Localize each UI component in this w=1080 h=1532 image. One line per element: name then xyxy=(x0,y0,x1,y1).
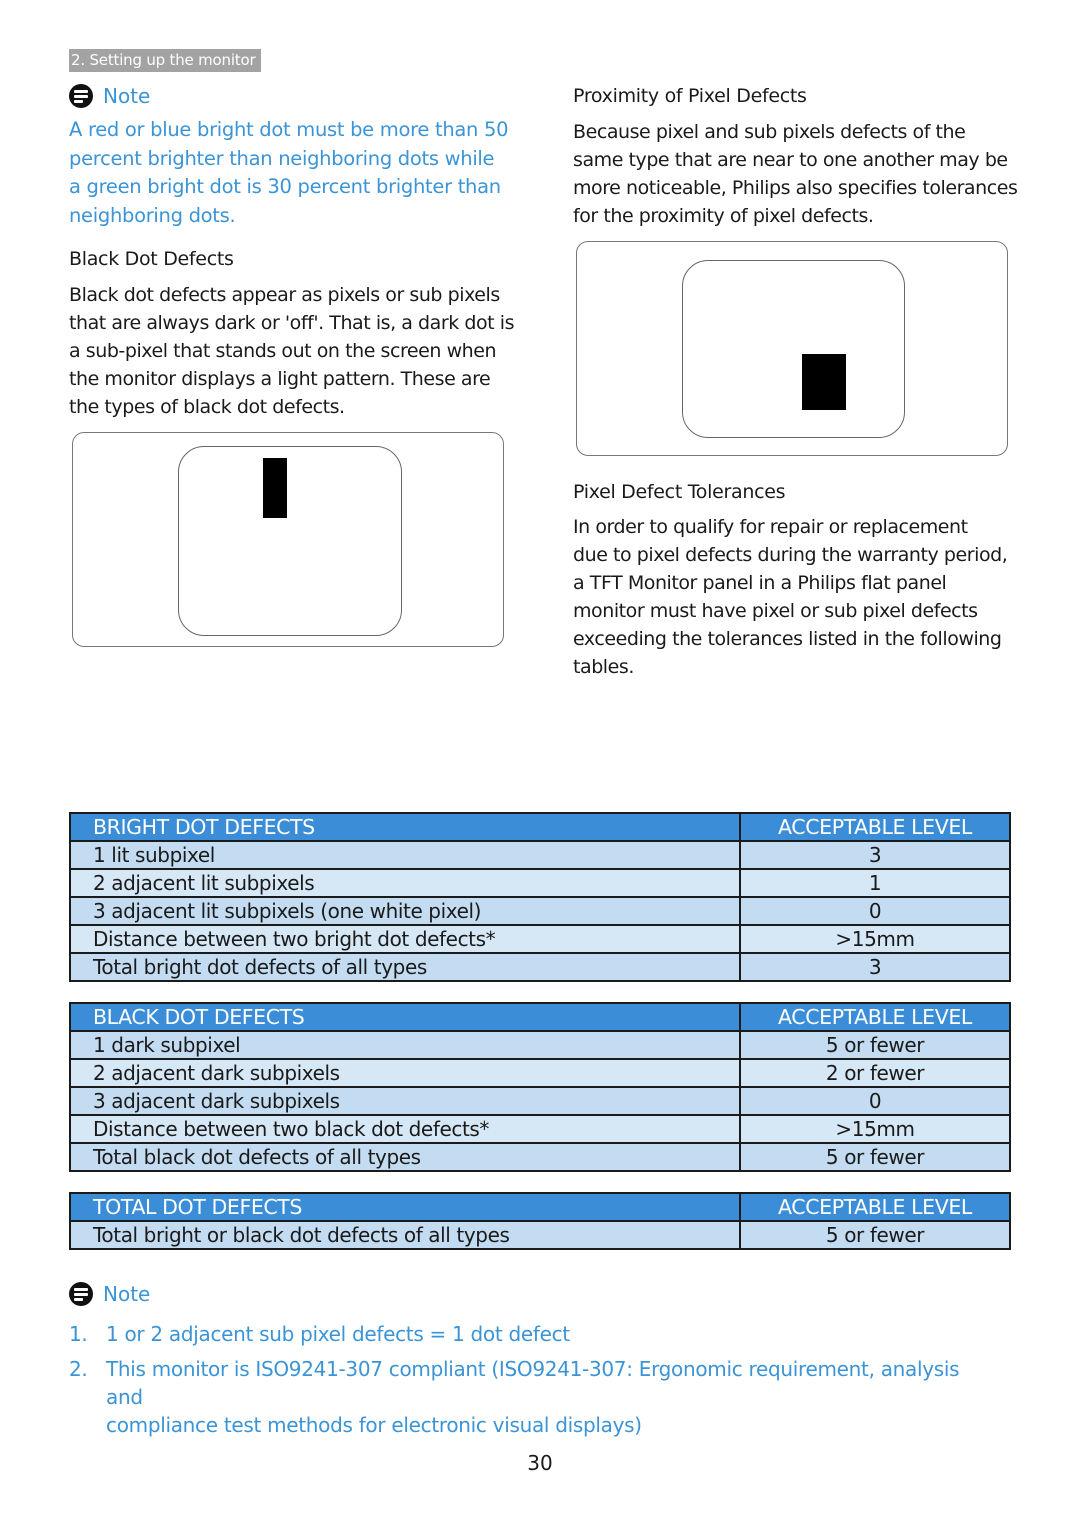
footnote-line: 1 or 2 adjacent sub pixel defects = 1 do… xyxy=(106,1322,570,1346)
black-dot-paragraph: Black dot defects appear as pixels or su… xyxy=(69,281,529,421)
acceptable-level-cell: 2 or fewer xyxy=(739,1058,1011,1088)
black-dot-heading: Black Dot Defects xyxy=(69,248,234,270)
table-header-cell: BLACK DOT DEFECTS xyxy=(69,1002,741,1032)
footnote-number: 2. xyxy=(69,1357,88,1381)
paragraph-line: tables. xyxy=(573,656,634,678)
defect-type-cell: 3 adjacent lit subpixels (one white pixe… xyxy=(69,896,741,926)
table-row: Total bright or black dot defects of all… xyxy=(69,1220,1011,1250)
table-row: Distance between two bright dot defects*… xyxy=(69,924,1011,954)
defect-type-cell: Distance between two black dot defects* xyxy=(69,1114,741,1144)
total-dot-table: TOTAL DOT DEFECTS ACCEPTABLE LEVEL Total… xyxy=(69,1192,1011,1250)
section-tag: 2. Setting up the monitor xyxy=(69,49,262,72)
table-header-row: TOTAL DOT DEFECTS ACCEPTABLE LEVEL xyxy=(69,1192,1011,1222)
footnote-item: 2. This monitor is ISO9241-307 compliant… xyxy=(69,1355,989,1439)
tolerances-heading: Pixel Defect Tolerances xyxy=(573,481,786,503)
defect-type-cell: Total black dot defects of all types xyxy=(69,1142,741,1172)
acceptable-level-cell: 5 or fewer xyxy=(739,1220,1011,1250)
paragraph-line: a sub-pixel that stands out on the scree… xyxy=(69,340,497,362)
paragraph-line: Because pixel and sub pixels defects of … xyxy=(573,121,966,143)
defect-type-cell: 1 dark subpixel xyxy=(69,1030,741,1060)
note-line: neighboring dots. xyxy=(69,203,236,227)
note-icon xyxy=(69,84,93,108)
note-icon xyxy=(69,1282,93,1306)
black-dot-figure xyxy=(72,432,504,647)
paragraph-line: exceeding the tolerances listed in the f… xyxy=(573,628,1002,650)
defect-type-cell: 2 adjacent lit subpixels xyxy=(69,868,741,898)
table-header-cell: ACCEPTABLE LEVEL xyxy=(739,1192,1011,1222)
defect-type-cell: Total bright or black dot defects of all… xyxy=(69,1220,741,1250)
page-number: 30 xyxy=(527,1451,553,1475)
note-text: A red or blue bright dot must be more th… xyxy=(69,116,529,230)
table-row: 1 dark subpixel 5 or fewer xyxy=(69,1030,1011,1060)
acceptable-level-cell: 0 xyxy=(739,896,1011,926)
table-header-cell: BRIGHT DOT DEFECTS xyxy=(69,812,741,842)
footnote-header-block: Note xyxy=(69,1282,150,1306)
footnote-list: 1. 1 or 2 adjacent sub pixel defects = 1… xyxy=(69,1320,989,1446)
paragraph-line: that are always dark or 'off'. That is, … xyxy=(69,312,515,334)
paragraph-line: In order to qualify for repair or replac… xyxy=(573,516,968,538)
acceptable-level-cell: 5 or fewer xyxy=(739,1030,1011,1060)
acceptable-level-cell: 5 or fewer xyxy=(739,1142,1011,1172)
acceptable-level-cell: >15mm xyxy=(739,1114,1011,1144)
table-row: 2 adjacent lit subpixels 1 xyxy=(69,868,1011,898)
paragraph-line: same type that are near to one another m… xyxy=(573,149,1008,171)
note-line: a green bright dot is 30 percent brighte… xyxy=(69,175,501,198)
paragraph-line: monitor must have pixel or sub pixel def… xyxy=(573,600,978,622)
paragraph-line: more noticeable, Philips also specifies … xyxy=(573,177,1018,199)
table-row: Total black dot defects of all types 5 o… xyxy=(69,1142,1011,1172)
black-pixel-dot xyxy=(802,354,846,410)
defect-type-cell: 1 lit subpixel xyxy=(69,840,741,870)
defect-type-cell: Distance between two bright dot defects* xyxy=(69,924,741,954)
proximity-paragraph: Because pixel and sub pixels defects of … xyxy=(573,118,1023,230)
proximity-figure xyxy=(576,241,1008,456)
paragraph-line: the monitor displays a light pattern. Th… xyxy=(69,368,491,390)
proximity-heading: Proximity of Pixel Defects xyxy=(573,85,807,107)
note-header: Note xyxy=(69,1282,150,1306)
table-row: Distance between two black dot defects* … xyxy=(69,1114,1011,1144)
table-header-cell: TOTAL DOT DEFECTS xyxy=(69,1192,741,1222)
paragraph-line: a TFT Monitor panel in a Philips flat pa… xyxy=(573,572,947,594)
black-subpixel-dot xyxy=(263,458,287,518)
bright-dot-table: BRIGHT DOT DEFECTS ACCEPTABLE LEVEL 1 li… xyxy=(69,812,1011,982)
acceptable-level-cell: 0 xyxy=(739,1086,1011,1116)
note-line: A red or blue bright dot must be more th… xyxy=(69,118,509,141)
note-title: Note xyxy=(103,1282,151,1306)
defect-type-cell: 2 adjacent dark subpixels xyxy=(69,1058,741,1088)
footnote-line: compliance test methods for electronic v… xyxy=(106,1413,642,1437)
footnote-line: This monitor is ISO9241-307 compliant (I… xyxy=(106,1357,960,1409)
defect-type-cell: Total bright dot defects of all types xyxy=(69,952,741,982)
note-line: percent brighter than neighboring dots w… xyxy=(69,146,495,170)
table-row: Total bright dot defects of all types 3 xyxy=(69,952,1011,982)
table-row: 3 adjacent lit subpixels (one white pixe… xyxy=(69,896,1011,926)
table-row: 3 adjacent dark subpixels 0 xyxy=(69,1086,1011,1116)
acceptable-level-cell: 3 xyxy=(739,952,1011,982)
paragraph-line: Black dot defects appear as pixels or su… xyxy=(69,284,500,306)
paragraph-line: due to pixel defects during the warranty… xyxy=(573,544,1008,566)
acceptable-level-cell: 1 xyxy=(739,868,1011,898)
footnote-number: 1. xyxy=(69,1322,88,1346)
table-header-cell: ACCEPTABLE LEVEL xyxy=(739,1002,1011,1032)
paragraph-line: the types of black dot defects. xyxy=(69,396,345,418)
note-title: Note xyxy=(103,84,151,108)
screen-outline xyxy=(682,260,905,438)
note-header: Note xyxy=(69,84,150,108)
acceptable-level-cell: >15mm xyxy=(739,924,1011,954)
note-block: Note xyxy=(69,84,150,108)
table-header-row: BRIGHT DOT DEFECTS ACCEPTABLE LEVEL xyxy=(69,812,1011,842)
acceptable-level-cell: 3 xyxy=(739,840,1011,870)
table-header-row: BLACK DOT DEFECTS ACCEPTABLE LEVEL xyxy=(69,1002,1011,1032)
table-header-cell: ACCEPTABLE LEVEL xyxy=(739,812,1011,842)
footnote-item: 1. 1 or 2 adjacent sub pixel defects = 1… xyxy=(69,1320,989,1348)
screen-outline xyxy=(178,446,402,636)
defect-type-cell: 3 adjacent dark subpixels xyxy=(69,1086,741,1116)
table-row: 2 adjacent dark subpixels 2 or fewer xyxy=(69,1058,1011,1088)
tolerances-paragraph: In order to qualify for repair or replac… xyxy=(573,513,1023,681)
table-row: 1 lit subpixel 3 xyxy=(69,840,1011,870)
black-dot-table: BLACK DOT DEFECTS ACCEPTABLE LEVEL 1 dar… xyxy=(69,1002,1011,1172)
paragraph-line: for the proximity of pixel defects. xyxy=(573,205,874,227)
